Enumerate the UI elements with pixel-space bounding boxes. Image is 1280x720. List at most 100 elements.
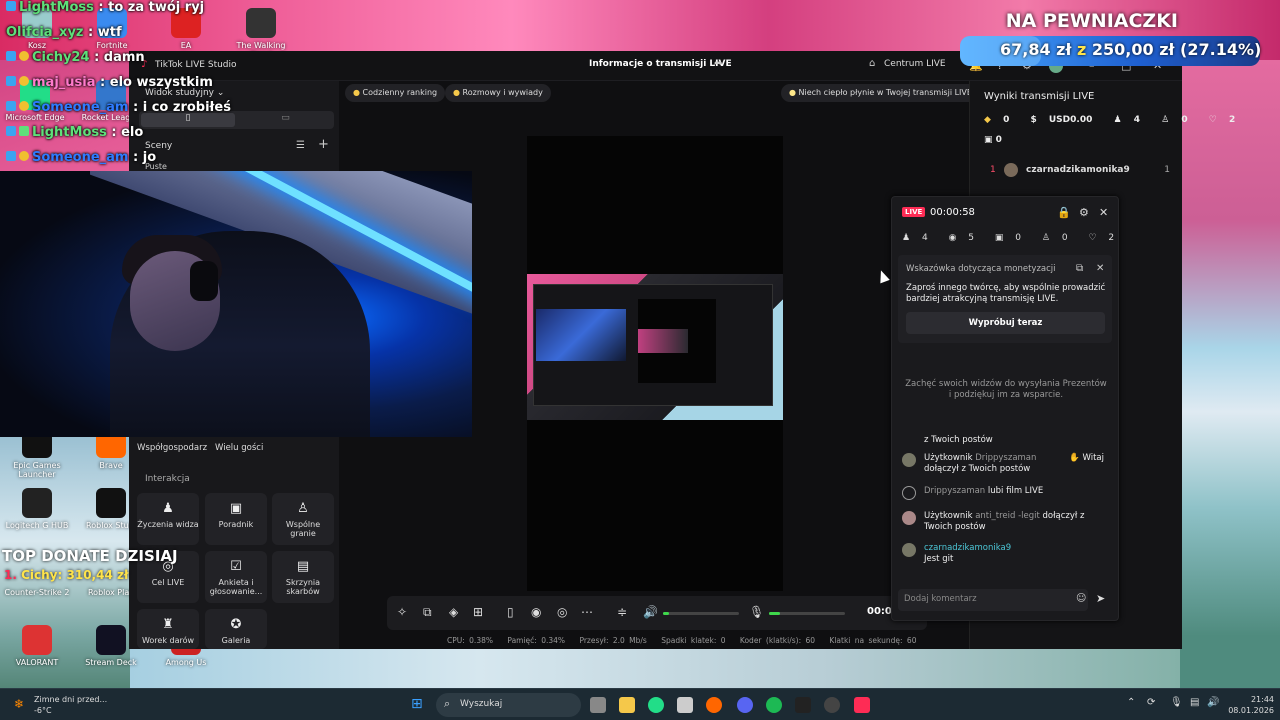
tray-chevron-icon[interactable]: ⌃ bbox=[1127, 697, 1135, 708]
speaker-icon[interactable]: 🔊 bbox=[643, 605, 658, 619]
layout-icon[interactable]: ⊞ bbox=[473, 605, 483, 619]
tile-guide[interactable]: ▣ Poradnik bbox=[205, 493, 267, 545]
volume-icon[interactable]: 🔊 bbox=[1207, 697, 1219, 708]
network-icon[interactable]: ▤ bbox=[1190, 697, 1199, 708]
chat-line: LightMoss : to za twój ryj bbox=[6, 0, 204, 15]
eye-icon: ◉ bbox=[948, 233, 957, 243]
more-icon[interactable]: ⋯ bbox=[581, 605, 593, 619]
chest-icon: ▤ bbox=[296, 559, 310, 574]
clock[interactable]: 21:44 08.01.2026 bbox=[1228, 694, 1274, 716]
coin-icon bbox=[19, 51, 29, 61]
phone-icon[interactable]: ▯ bbox=[507, 605, 514, 619]
discord-icon[interactable] bbox=[737, 697, 753, 713]
chip-talks[interactable]: ● Rozmowy i wywiady bbox=[445, 84, 551, 102]
task-view-icon[interactable] bbox=[590, 697, 606, 713]
chat-line: maj_usia : elo wszystkim bbox=[6, 75, 213, 90]
avatar bbox=[1004, 163, 1018, 177]
badge-icon bbox=[6, 76, 16, 86]
tiktok-icon[interactable] bbox=[854, 697, 870, 713]
portrait-option[interactable]: ▯ bbox=[141, 113, 235, 127]
landscape-option[interactable]: ▭ bbox=[239, 113, 332, 127]
coin-icon bbox=[19, 76, 29, 86]
screen-capture-source[interactable] bbox=[527, 274, 783, 420]
close-icon[interactable]: ✕ bbox=[1099, 206, 1108, 219]
mixer-icon[interactable]: ≑ bbox=[617, 605, 627, 619]
record-icon[interactable]: ◉ bbox=[531, 605, 541, 619]
performance-stats: CPU: 0.38% Pamięć: 0.34% Przesył: 2.0 Mb… bbox=[447, 636, 926, 645]
mic-icon[interactable]: 🎙 bbox=[1170, 697, 1183, 708]
try-now-button[interactable]: Wypróbuj teraz bbox=[906, 312, 1105, 334]
volume-slider[interactable] bbox=[663, 612, 739, 615]
tile-gallery[interactable]: ✪ Galeria bbox=[205, 609, 267, 649]
ranking-row[interactable]: 1 czarnadzikamonika9 1 bbox=[984, 163, 1174, 179]
spotify-icon[interactable] bbox=[766, 697, 782, 713]
viewers-icon: ♟ bbox=[902, 233, 911, 243]
epic-icon[interactable] bbox=[795, 697, 811, 713]
sync-icon[interactable]: ⟳ bbox=[1147, 697, 1155, 708]
heart-icon: ♡ bbox=[1088, 233, 1097, 243]
partial-message: z Twoich postów bbox=[924, 435, 993, 445]
stream-preview[interactable] bbox=[527, 136, 783, 591]
popout-icon[interactable]: ⧉ bbox=[1076, 263, 1083, 274]
tile-treasure-chest[interactable]: ▤ Skrzynia skarbów bbox=[272, 551, 334, 603]
welcome-button[interactable]: ✋ Witaj bbox=[1069, 453, 1104, 463]
tile-viewer-wishes[interactable]: ♟ Życzenia widza bbox=[137, 493, 199, 545]
live-center-link[interactable]: Centrum LIVE bbox=[884, 59, 946, 69]
top-donate-entry: 1. Cichy: 310,44 zł bbox=[4, 568, 129, 582]
mic-fill bbox=[769, 612, 781, 615]
badge-icon bbox=[6, 1, 16, 11]
results-title: Wyniki transmisji LIVE bbox=[984, 91, 1095, 102]
add-scene-icon[interactable]: + bbox=[318, 137, 329, 152]
dollar-icon: $ bbox=[1030, 115, 1037, 125]
search-input[interactable]: ⌕ Wyszukaj bbox=[436, 693, 581, 717]
wave-icon: ✋ bbox=[1069, 453, 1080, 463]
app-name: TikTok LIVE Studio bbox=[155, 60, 237, 70]
lock-icon[interactable]: 🔒 bbox=[1057, 206, 1071, 219]
magic-icon[interactable]: ✧ bbox=[397, 605, 407, 619]
desktop-icon-logitech[interactable]: Logitech G HUB bbox=[2, 488, 72, 530]
mic-slider[interactable] bbox=[769, 612, 845, 615]
webcam-overlay bbox=[0, 171, 472, 437]
mic-icon[interactable]: 🎙 bbox=[749, 605, 764, 619]
home-icon[interactable]: ⌂ bbox=[869, 58, 875, 69]
window-title[interactable]: Informacje o transmisji LIVE bbox=[589, 59, 732, 69]
desktop-icon-cs2[interactable]: Counter-Strike 2 bbox=[2, 588, 72, 597]
stat-memory: Pamięć: 0.34% bbox=[507, 636, 566, 645]
comment-input[interactable]: Dodaj komentarz bbox=[898, 589, 1088, 611]
file-explorer-icon[interactable] bbox=[619, 697, 635, 713]
target-icon[interactable]: ◎ bbox=[557, 605, 567, 619]
chip-warmth[interactable]: ● Niech ciepło płynie w Twojej transmisj… bbox=[781, 84, 980, 102]
close-icon[interactable]: ✕ bbox=[1096, 263, 1104, 274]
capture-icon[interactable]: ⧉ bbox=[423, 605, 432, 620]
diamond-icon: ◆ bbox=[984, 115, 991, 125]
encourage-text: Zachęć swoich widzów do wysyłania Prezen… bbox=[905, 379, 1107, 400]
badge-icon bbox=[6, 51, 16, 61]
share-icon[interactable]: ➦ bbox=[714, 58, 722, 69]
ai-icon[interactable]: ◈ bbox=[449, 605, 458, 619]
desktop-icon-valorant[interactable]: VALORANT bbox=[2, 625, 72, 667]
weather-widget[interactable]: Zimne dni przed... -6°C bbox=[34, 694, 107, 716]
emoji-icon[interactable]: ☺ bbox=[1076, 593, 1086, 604]
list-icon[interactable]: ☰ bbox=[296, 140, 305, 151]
edge-icon[interactable] bbox=[648, 697, 664, 713]
tile-poll[interactable]: ☑ Ankieta i głosowanie... bbox=[205, 551, 267, 603]
poll-icon: ☑ bbox=[230, 559, 242, 574]
tile-gift-bag[interactable]: ♜ Worek darów bbox=[137, 609, 199, 649]
obs-icon[interactable] bbox=[824, 697, 840, 713]
tile-play-together[interactable]: ♙ Wspólne granie bbox=[272, 493, 334, 545]
windows-start-icon[interactable]: ⊞ bbox=[411, 696, 423, 712]
multi-guest-tile-label[interactable]: Wielu gości bbox=[215, 443, 263, 453]
desktop-wallpaper-right bbox=[1180, 60, 1280, 700]
chat-line: LightMoss : elo bbox=[6, 125, 143, 140]
chip-daily-ranking[interactable]: ● Codzienny ranking bbox=[345, 84, 446, 102]
firefox-icon[interactable] bbox=[706, 697, 722, 713]
tip-header: Wskazówka dotycząca monetyzacji bbox=[906, 264, 1056, 274]
settings-icon[interactable]: ⚙ bbox=[1079, 206, 1089, 219]
stat-bitrate: Przesył: 2.0 Mb/s bbox=[579, 636, 647, 645]
cohost-tile-label[interactable]: Współgospodarz bbox=[137, 443, 207, 453]
live-chat-panel: LIVE 00:00:58 🔒 ⚙ ✕ ♟ 4 ◉ 5 ▣ 0 ♙ 0 ♡ 2 … bbox=[891, 196, 1119, 621]
store-icon[interactable] bbox=[677, 697, 693, 713]
live-badge: LIVE bbox=[902, 207, 926, 217]
weather-icon[interactable]: ❄ bbox=[14, 697, 24, 711]
send-icon[interactable]: ➤ bbox=[1096, 592, 1105, 605]
